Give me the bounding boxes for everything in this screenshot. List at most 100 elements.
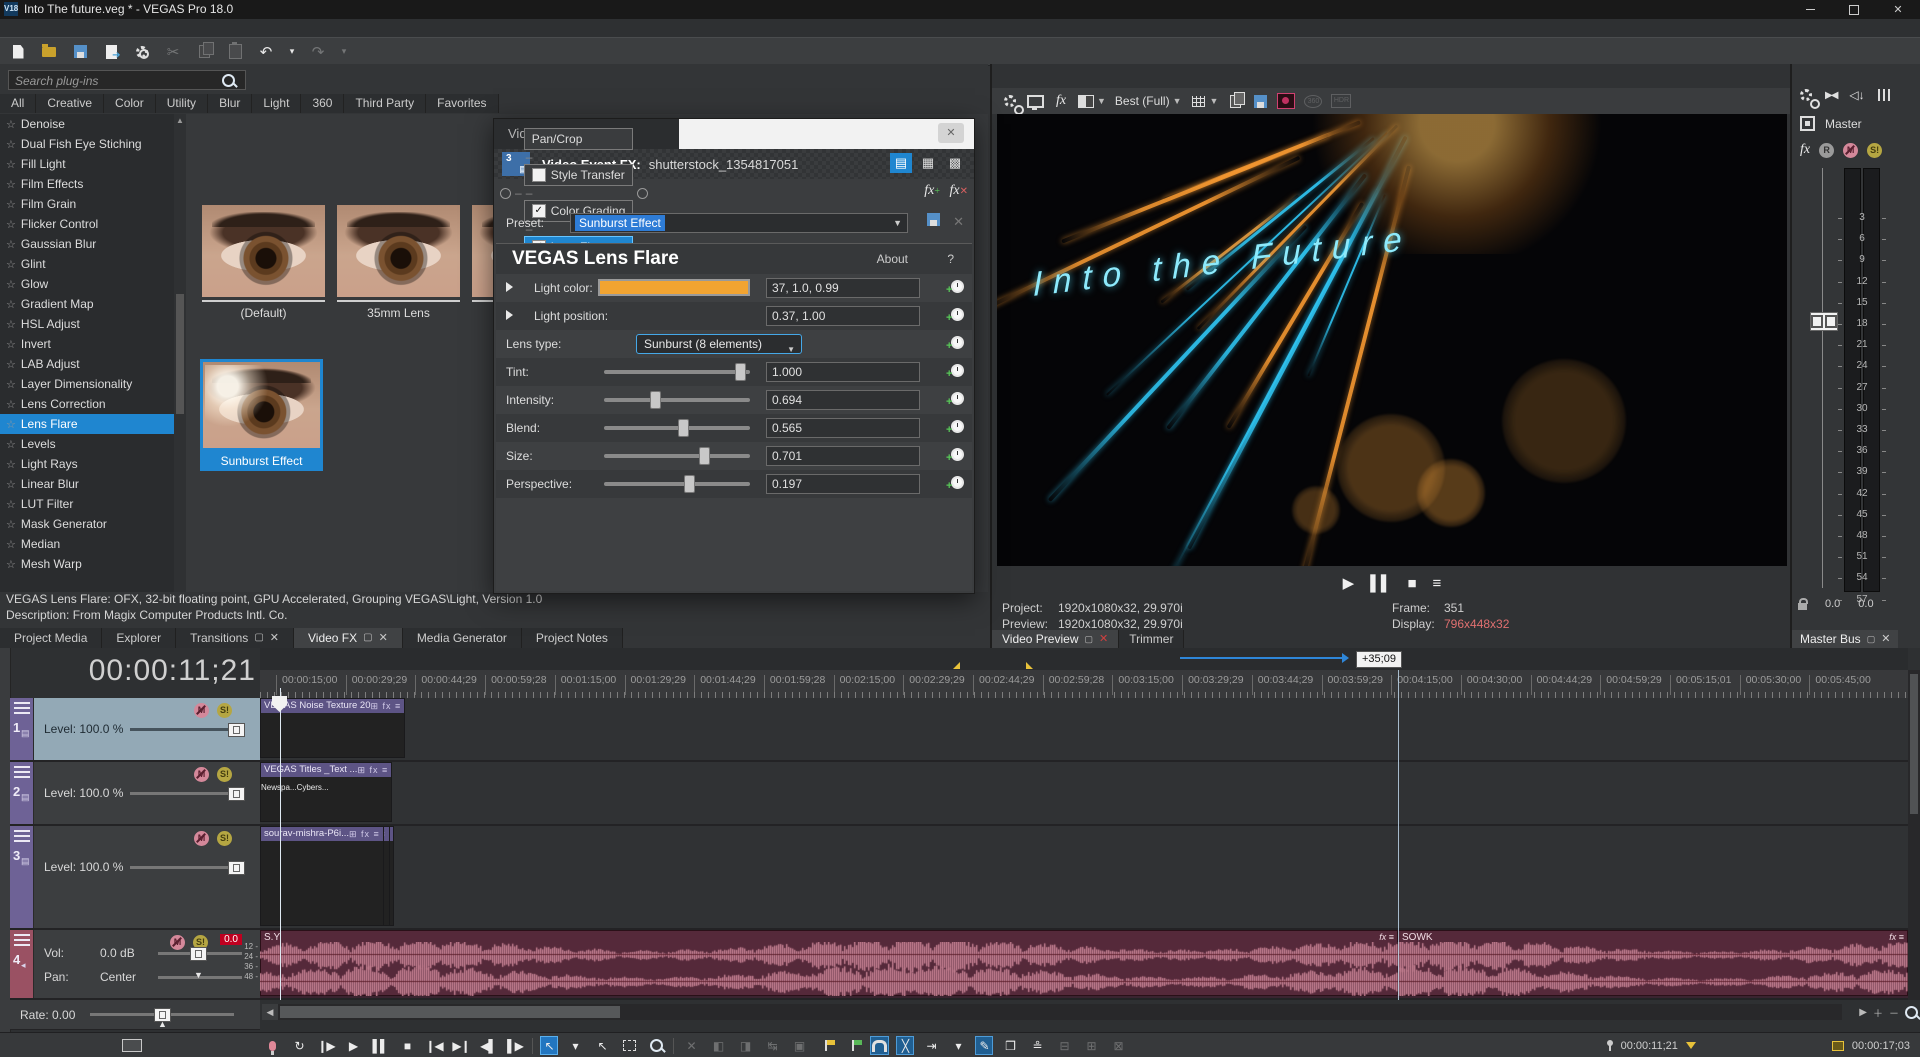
video-preview-screen[interactable]: Into the Future <box>997 114 1787 566</box>
normalize-icon[interactable]: ≗ <box>1027 1036 1047 1055</box>
list-view-icon[interactable]: ▤ <box>890 153 912 173</box>
video-output-fx-icon[interactable]: fx <box>1053 91 1069 111</box>
stop-icon[interactable]: ■ <box>397 1036 417 1055</box>
loop-region-end-marker[interactable] <box>1026 662 1033 669</box>
color-swatch[interactable] <box>598 279 750 296</box>
preset-selected-value[interactable]: Sunburst Effect <box>575 215 665 231</box>
parameter-value-field[interactable]: 0.701 <box>766 446 920 466</box>
timeline-horizontal-scrollbar[interactable]: ◀ <box>262 1004 1842 1020</box>
add-fx-button[interactable]: fx+ <box>924 183 940 199</box>
plugin-list-item[interactable]: ☆Film Effects <box>0 174 174 194</box>
track-level-slider[interactable] <box>130 866 242 869</box>
track-menu-icon[interactable] <box>14 766 30 778</box>
delete-preset-icon[interactable]: ✕ <box>953 214 964 230</box>
edit-tool-dropdown-icon[interactable]: ▾ <box>565 1036 585 1055</box>
plugin-category-tab[interactable]: ★Third Party <box>344 94 426 113</box>
timeline-current-time[interactable]: 00:00:11;21 <box>60 654 256 688</box>
plugin-category-tab[interactable]: ★Light <box>252 94 301 113</box>
record-bus-icon[interactable]: R <box>1819 143 1834 158</box>
plugin-list-item[interactable]: ☆Gradient Map <box>0 294 174 314</box>
trim-start-icon[interactable]: ◧ <box>708 1036 728 1055</box>
tab-trimmer[interactable]: Trimmer <box>1119 630 1184 648</box>
dock-tab[interactable]: Media Generator▢✕ <box>403 628 522 648</box>
favorite-star-icon[interactable]: ☆ <box>6 259 16 271</box>
go-to-start-icon[interactable]: ❙◀ <box>424 1036 444 1055</box>
track-solo-icon[interactable]: S! <box>217 767 232 782</box>
slider-thumb[interactable] <box>650 391 661 409</box>
plugin-category-tab[interactable]: ★Utility <box>156 94 208 113</box>
track-mute-icon[interactable]: M <box>170 935 185 950</box>
next-frame-icon[interactable]: ▌▶ <box>505 1036 525 1055</box>
favorite-star-icon[interactable]: ☆ <box>6 419 16 431</box>
record-icon[interactable] <box>262 1036 282 1055</box>
plugin-list-item[interactable]: ☆LAB Adjust <box>0 354 174 374</box>
favorite-star-icon[interactable]: ☆ <box>6 539 16 551</box>
insert-region-icon[interactable] <box>843 1036 863 1055</box>
track-4-header[interactable]: 4 ◂ M S! 0.0 Vol: 0.0 dB Pan: Center ▼ 1… <box>10 930 260 1000</box>
new-project-icon[interactable] <box>8 42 28 62</box>
favorite-star-icon[interactable]: ☆ <box>6 119 16 131</box>
dock-tab[interactable]: Explorer▢✕ <box>102 628 176 648</box>
help-link[interactable]: ? <box>947 252 954 266</box>
plugin-list-item[interactable]: ☆Mask Generator <box>0 514 174 534</box>
menu-item[interactable] <box>58 19 76 37</box>
parameter-slider[interactable] <box>604 398 750 402</box>
insert-bus-icon[interactable]: ▶◀ <box>1825 90 1836 101</box>
play-icon[interactable]: ▶ <box>343 1036 363 1055</box>
selection-end-time[interactable]: 00:00:17;03 <box>1852 1040 1910 1052</box>
play-from-start-icon[interactable]: ❙▶ <box>316 1036 336 1055</box>
split-screen-dropdown-icon[interactable]: ▼ <box>1097 96 1106 106</box>
parameter-value-field[interactable]: 0.565 <box>766 418 920 438</box>
animate-icon[interactable] <box>951 448 964 461</box>
preview-options-icon[interactable]: ≡ <box>1433 575 1442 592</box>
scrollbar-thumb[interactable] <box>280 1006 620 1018</box>
zoom-region-icon[interactable] <box>1905 1006 1918 1019</box>
tab-video-preview[interactable]: Video Preview▢✕ <box>992 630 1119 648</box>
plugin-list-item[interactable]: ☆Glint <box>0 254 174 274</box>
selection-edit-tool[interactable] <box>619 1036 639 1055</box>
project-properties-gear-icon[interactable] <box>132 42 152 62</box>
preset-default[interactable]: (Default) <box>202 205 325 320</box>
split-trim-icon[interactable]: ✕ <box>681 1036 701 1055</box>
parameter-slider[interactable] <box>604 370 750 374</box>
track-menu-icon[interactable] <box>14 830 30 842</box>
plugin-list-item[interactable]: ☆HSL Adjust <box>0 314 174 334</box>
event-buttons[interactable]: fx ≡ <box>1379 932 1394 942</box>
preset-dropdown-icon[interactable]: ▼ <box>893 218 902 228</box>
animate-icon[interactable] <box>951 336 964 349</box>
pan-center-marker[interactable]: ▼ <box>194 970 203 980</box>
split-screen-view-icon[interactable] <box>1078 91 1094 111</box>
animate-icon[interactable] <box>951 364 964 377</box>
event-buttons[interactable]: ⊞ fx ≡ <box>349 827 380 841</box>
auto-ripple-dropdown-icon[interactable]: ▾ <box>948 1036 968 1055</box>
mixing-console-icon[interactable] <box>1878 89 1890 101</box>
parameter-value-field[interactable]: 0.197 <box>766 474 920 494</box>
save-preset-icon[interactable] <box>927 213 940 226</box>
master-fader-track[interactable] <box>1822 168 1823 588</box>
favorite-star-icon[interactable]: ☆ <box>6 139 16 151</box>
plugin-list-scrollbar[interactable]: ▲ <box>174 114 186 592</box>
solo-icon[interactable]: S! <box>1867 143 1882 158</box>
plugin-enable-checkbox[interactable] <box>532 168 546 182</box>
master-properties-gear-icon[interactable] <box>1800 89 1812 101</box>
favorite-star-icon[interactable]: ☆ <box>6 219 16 231</box>
animate-icon[interactable] <box>951 392 964 405</box>
favorite-star-icon[interactable]: ☆ <box>6 399 16 411</box>
track-mute-icon[interactable]: M <box>194 767 209 782</box>
preset-thumbnail-image[interactable] <box>200 359 323 451</box>
plugin-category-tab[interactable]: ★All <box>0 94 36 113</box>
master-fx-icon[interactable]: fx <box>1800 142 1810 158</box>
external-monitor-icon[interactable] <box>1027 91 1044 111</box>
animate-icon[interactable] <box>951 476 964 489</box>
parameter-slider[interactable] <box>604 482 750 486</box>
scroll-right-icon[interactable]: ▶ <box>1859 1007 1867 1018</box>
preview-quality-label[interactable]: Best (Full) <box>1115 94 1170 108</box>
lock-event-icon[interactable]: ▣ <box>789 1036 809 1055</box>
360-preview-icon[interactable]: 360 <box>1304 91 1322 111</box>
parameter-slider[interactable] <box>604 454 750 458</box>
preview-properties-gear-icon[interactable] <box>1002 91 1018 111</box>
zoom-in-icon[interactable]: ＋ <box>1873 1005 1883 1020</box>
track-2-header[interactable]: 2 ▤ M S! Level: 100.0 % <box>10 762 260 826</box>
event-buttons[interactable]: ⊞ fx ≡ <box>371 699 402 713</box>
favorite-star-icon[interactable]: ☆ <box>6 459 16 471</box>
